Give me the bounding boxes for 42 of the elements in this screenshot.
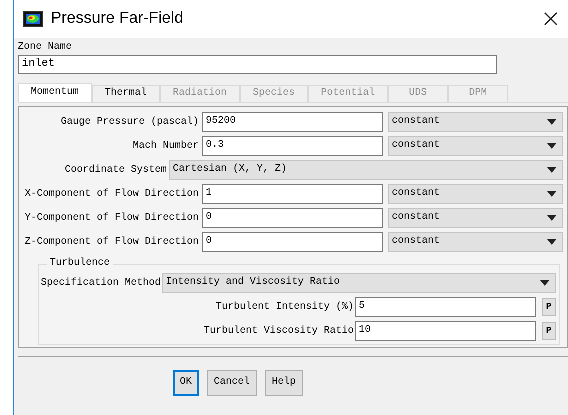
tab[interactable]: Thermal xyxy=(92,85,160,102)
dialog-button[interactable]: Cancel xyxy=(206,370,257,396)
caret-icon xyxy=(547,119,557,125)
close-icon[interactable] xyxy=(544,12,558,26)
dialog-button[interactable]: OK xyxy=(172,370,199,396)
input-field[interactable]: 10 xyxy=(355,321,536,341)
input-field[interactable]: 5 xyxy=(355,297,536,317)
input-field[interactable]: 1 xyxy=(202,184,383,204)
caret-icon xyxy=(547,143,557,149)
caret-icon xyxy=(547,215,557,221)
input-field[interactable]: 0.3 xyxy=(202,136,383,156)
zone-name-field[interactable]: inlet xyxy=(18,55,497,74)
field-label: Specification Method xyxy=(41,276,162,290)
parameter-button[interactable]: P xyxy=(542,298,556,316)
field-label: Mach Number xyxy=(132,140,199,154)
dropdown[interactable]: constant xyxy=(388,184,563,204)
caret-icon xyxy=(547,167,557,173)
dropdown[interactable]: Intensity and Viscosity Ratio xyxy=(162,273,556,293)
dropdown[interactable]: Cartesian (X, Y, Z) xyxy=(169,160,563,180)
dropdown[interactable]: constant xyxy=(388,136,563,156)
zone-name-label: Zone Name xyxy=(18,41,74,55)
input-field[interactable]: 95200 xyxy=(202,112,383,132)
caret-icon xyxy=(547,239,557,245)
field-label: X-Component of Flow Direction xyxy=(24,188,199,202)
field-label: Turbulent Intensity (%) xyxy=(216,300,354,314)
dropdown[interactable]: constant xyxy=(388,232,563,252)
field-label: Y-Component of Flow Direction xyxy=(24,212,199,226)
dialog-button[interactable]: Help xyxy=(265,370,304,396)
window-title: Pressure Far-Field xyxy=(51,9,184,29)
field-label: Coordinate System xyxy=(64,164,167,178)
field-label: Turbulent Viscosity Ratio xyxy=(204,324,354,338)
dropdown[interactable]: constant xyxy=(388,208,563,228)
input-field[interactable]: 0 xyxy=(202,232,383,252)
caret-icon xyxy=(547,191,557,197)
dropdown[interactable]: constant xyxy=(388,112,563,132)
input-field[interactable]: 0 xyxy=(202,208,383,228)
caret-icon xyxy=(540,280,550,286)
tab[interactable]: Momentum xyxy=(18,83,92,102)
parameter-button[interactable]: P xyxy=(542,322,556,340)
app-icon xyxy=(23,11,43,27)
field-label: Z-Component of Flow Direction xyxy=(24,236,199,250)
field-label: Gauge Pressure (pascal) xyxy=(60,116,199,130)
